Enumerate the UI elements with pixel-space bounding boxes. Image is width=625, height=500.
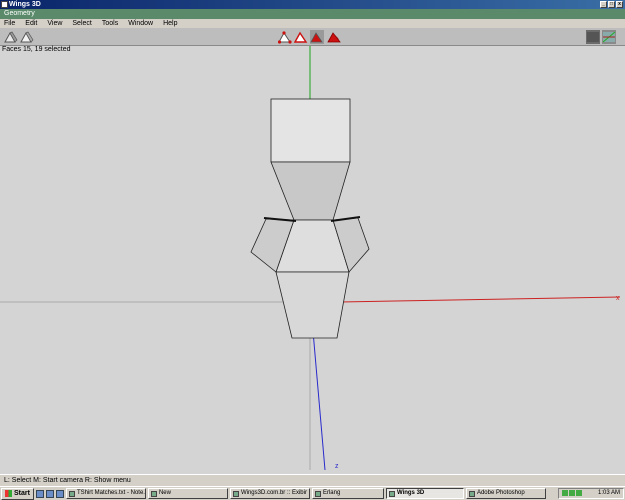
vertex-mode-icon[interactable] (278, 30, 292, 44)
window-title-bar[interactable]: Wings 3D _ □ x (0, 0, 625, 9)
tray-volume-icon[interactable] (569, 490, 575, 496)
task-label: Erlang (322, 490, 341, 496)
menu-tools[interactable]: Tools (102, 20, 118, 27)
menu-file[interactable]: File (4, 20, 15, 27)
tray-network-icon[interactable] (562, 490, 568, 496)
help-text: L: Select M: Start camera R: Show menu (4, 477, 131, 484)
start-label: Start (14, 489, 30, 497)
task-browser[interactable]: Wings3D.com.br :: Exibir ... (229, 488, 310, 499)
menu-select[interactable]: Select (72, 20, 91, 27)
minimize-button[interactable]: _ (600, 1, 607, 8)
menu-help[interactable]: Help (163, 20, 177, 27)
mouse-help-bar: L: Select M: Start camera R: Show menu (0, 474, 625, 486)
photoshop-icon (468, 490, 475, 497)
task-photoshop[interactable]: Adobe Photoshop (465, 488, 546, 499)
caption-buttons: _ □ x (600, 1, 623, 8)
task-new[interactable]: New (147, 488, 228, 499)
menu-window[interactable]: Window (128, 20, 153, 27)
neck-face[interactable] (270, 161, 351, 221)
quicklaunch-desktop-icon[interactable] (35, 489, 44, 498)
waist-face[interactable] (275, 271, 350, 339)
task-notepad[interactable]: TShirt Matches.txt - Note... (65, 488, 146, 499)
edge-mode-icon[interactable] (294, 30, 308, 44)
toolbar (0, 28, 625, 46)
task-label: New (158, 490, 171, 496)
axes-toggle-icon[interactable] (602, 30, 616, 44)
system-tray: 1:03 AM (558, 488, 624, 499)
notepad-icon (68, 490, 75, 497)
3d-viewport[interactable]: z x (0, 46, 625, 474)
task-label: TShirt Matches.txt - Note... (76, 490, 146, 496)
smooth-preview-icon[interactable] (20, 30, 34, 44)
menu-view[interactable]: View (47, 20, 62, 27)
menu-edit[interactable]: Edit (25, 20, 37, 27)
windows-taskbar: Start TShirt Matches.txt - Note... New W… (0, 486, 625, 500)
perspective-icon[interactable] (4, 30, 18, 44)
start-button[interactable]: Start (1, 487, 34, 500)
ground-plane-icon[interactable] (586, 30, 600, 44)
geometry-window-title: Geometry (0, 9, 625, 19)
task-wings3d[interactable]: Wings 3D (385, 488, 464, 499)
window-icon (150, 490, 157, 497)
quicklaunch-folder-icon[interactable] (55, 489, 64, 498)
erlang-icon (314, 490, 321, 497)
close-button[interactable]: x (616, 1, 623, 8)
task-label: Wings3D.com.br :: Exibir ... (240, 490, 310, 496)
clock[interactable]: 1:03 AM (598, 490, 620, 496)
selection-status: Faces 15, 19 selected (2, 46, 71, 53)
geometry-title-text: Geometry (4, 10, 35, 17)
maximize-button[interactable]: □ (608, 1, 615, 8)
browser-icon (232, 490, 239, 497)
x-axis-label: x (616, 295, 620, 302)
task-label: Adobe Photoshop (476, 490, 525, 496)
windows-logo-icon (5, 490, 12, 497)
tray-app-icon[interactable] (576, 490, 582, 496)
quicklaunch-explorer-icon[interactable] (45, 489, 54, 498)
menu-bar: File Edit View Select Tools Window Help (0, 19, 625, 28)
body-mode-icon[interactable] (327, 30, 341, 44)
z-axis-label: z (335, 463, 339, 470)
wings-app-icon (1, 1, 8, 8)
task-erlang[interactable]: Erlang (311, 488, 384, 499)
face-mode-icon[interactable] (310, 30, 324, 44)
window-title: Wings 3D (9, 1, 41, 8)
viewport-canvas: z x (0, 46, 621, 471)
tray-icons (562, 490, 582, 496)
task-label: Wings 3D (396, 490, 425, 496)
head-face[interactable] (270, 98, 351, 163)
x-axis-line (339, 296, 621, 303)
wings-icon (388, 490, 395, 497)
